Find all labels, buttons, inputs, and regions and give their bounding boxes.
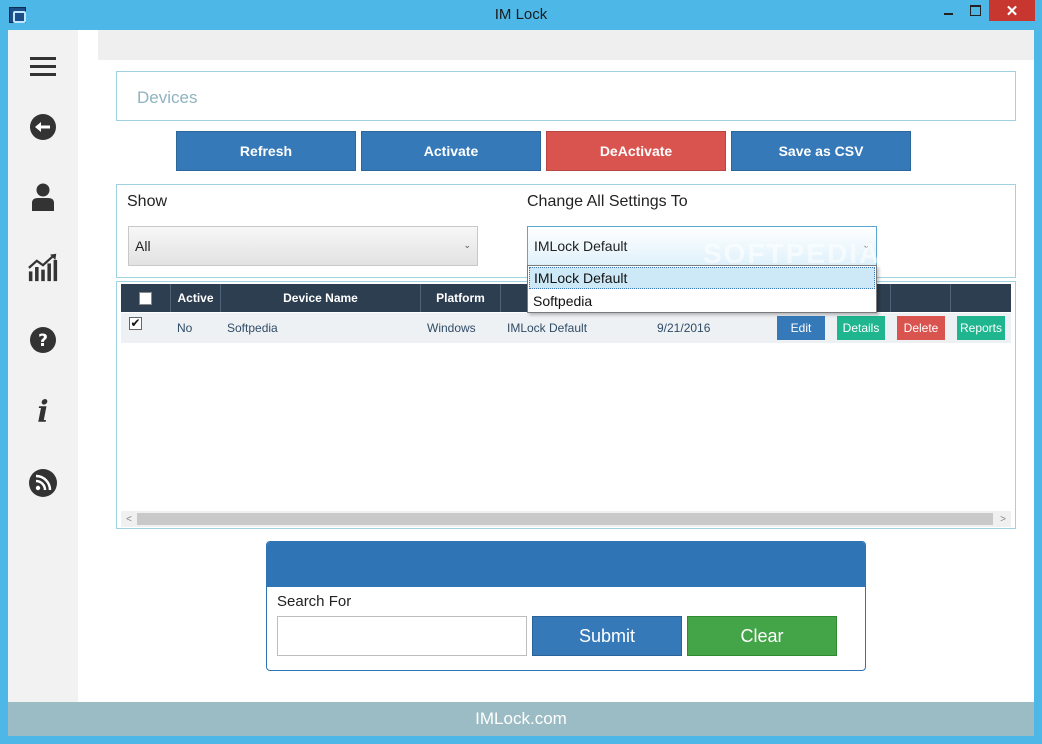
app-window: IM Lock ✕ ? i Devices Refresh Activate D…: [0, 0, 1042, 744]
submit-button[interactable]: Submit: [532, 616, 682, 656]
row-platform: Windows: [427, 321, 476, 335]
window-title: IM Lock: [494, 6, 548, 23]
user-icon[interactable]: [28, 182, 58, 212]
dropdown-option-softpedia[interactable]: Softpedia: [529, 290, 875, 312]
chevron-down-icon: ⌄: [862, 240, 870, 250]
close-icon: ✕: [1005, 2, 1019, 20]
change-settings-select[interactable]: IMLock Default ⌄: [527, 226, 877, 266]
select-all-checkbox[interactable]: [139, 291, 152, 305]
dropdown-option-imlock-default[interactable]: IMLock Default: [529, 267, 875, 289]
header-active[interactable]: Active: [171, 284, 221, 312]
show-label: Show: [127, 193, 168, 210]
minimize-button[interactable]: [935, 0, 962, 21]
delete-button[interactable]: Delete: [897, 316, 945, 340]
header-select-all: [121, 284, 171, 312]
show-select-value: All: [135, 238, 151, 254]
scroll-right-icon[interactable]: >: [995, 511, 1011, 527]
change-settings-label: Change All Settings To: [527, 193, 688, 210]
edit-button[interactable]: Edit: [777, 316, 825, 340]
help-icon[interactable]: ?: [28, 325, 58, 355]
change-settings-value: IMLock Default: [534, 238, 628, 254]
settings-dropdown-list: IMLock Default Softpedia: [527, 265, 877, 313]
search-panel-header: [267, 542, 865, 587]
row-setting: IMLock Default: [507, 321, 588, 335]
reports-button[interactable]: Reports: [957, 316, 1005, 340]
devices-table: Active Device Name Platform ✔ No Softped…: [116, 281, 1016, 529]
deactivate-button[interactable]: DeActivate: [546, 131, 726, 171]
row-checkbox[interactable]: ✔: [129, 317, 142, 330]
maximize-button[interactable]: [962, 0, 988, 21]
title-bar[interactable]: IM Lock ✕: [0, 0, 1042, 30]
client-area: ? i Devices Refresh Activate DeActivate …: [8, 30, 1034, 736]
row-active: No: [177, 321, 193, 335]
save-csv-button[interactable]: Save as CSV: [731, 131, 911, 171]
clear-button[interactable]: Clear: [687, 616, 837, 656]
search-label: Search For: [277, 593, 352, 610]
scrollbar-thumb[interactable]: [137, 513, 993, 525]
horizontal-scrollbar[interactable]: < >: [121, 511, 1011, 527]
stats-chart-icon[interactable]: [28, 252, 58, 282]
header-reports: [951, 284, 1011, 312]
devices-header: Devices: [116, 71, 1016, 121]
svg-text:?: ?: [38, 331, 48, 351]
top-strip: [98, 30, 1034, 60]
header-delete: [891, 284, 951, 312]
header-platform[interactable]: Platform: [421, 284, 501, 312]
search-input[interactable]: [277, 616, 527, 656]
search-panel: Search For Submit Clear: [266, 541, 866, 671]
svg-text:i: i: [37, 395, 48, 425]
page-title: Devices: [137, 88, 198, 107]
table-row[interactable]: ✔ No Softpedia Windows IMLock Default 9/…: [121, 313, 1011, 343]
chevron-down-icon: ⌄: [463, 240, 471, 250]
rss-icon[interactable]: [28, 468, 58, 498]
activate-button[interactable]: Activate: [361, 131, 541, 171]
row-device-name: Softpedia: [227, 321, 278, 335]
filter-panel: Show Change All Settings To All ⌄ IMLock…: [116, 184, 1016, 278]
header-device-name[interactable]: Device Name: [221, 284, 421, 312]
sidebar: ? i: [8, 30, 78, 702]
footer: IMLock.com: [8, 702, 1034, 736]
menu-icon[interactable]: [28, 52, 58, 82]
close-button[interactable]: ✕: [989, 0, 1035, 21]
refresh-button[interactable]: Refresh: [176, 131, 356, 171]
info-icon[interactable]: i: [28, 395, 58, 425]
details-button[interactable]: Details: [837, 316, 885, 340]
back-arrow-icon[interactable]: [28, 112, 58, 142]
row-date: 9/21/2016: [657, 321, 711, 335]
show-select[interactable]: All ⌄: [128, 226, 478, 266]
scroll-left-icon[interactable]: <: [121, 511, 137, 527]
